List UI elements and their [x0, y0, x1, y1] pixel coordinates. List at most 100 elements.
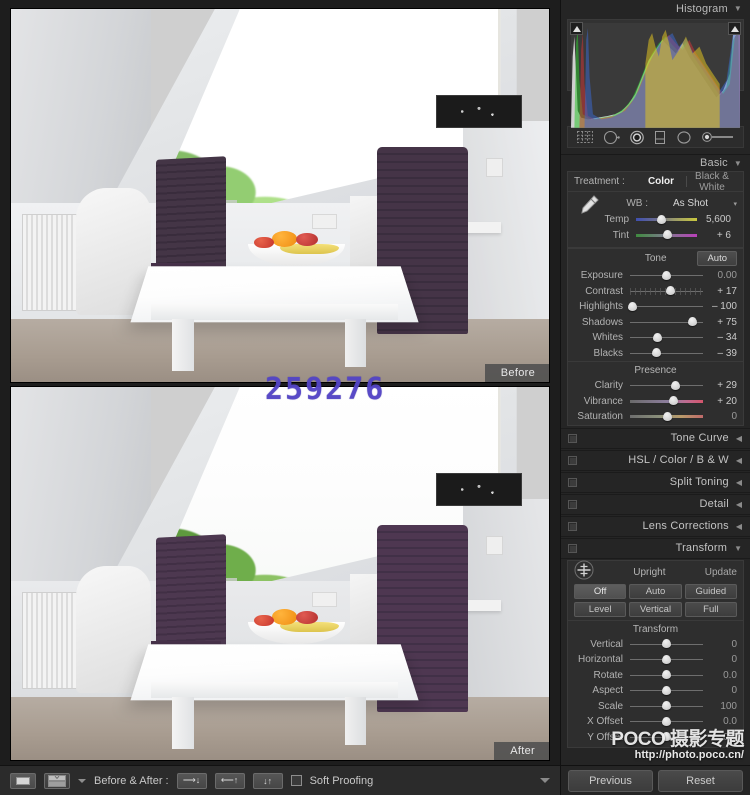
- auto-tone-button[interactable]: Auto: [697, 251, 737, 266]
- slider-contrast[interactable]: Contrast + 17: [568, 284, 743, 300]
- panel-enable-switch[interactable]: [568, 477, 577, 487]
- panel-lens-corrections[interactable]: Lens Corrections ◀: [561, 515, 750, 537]
- slider-knob[interactable]: [652, 332, 662, 342]
- slider-knob[interactable]: [662, 639, 671, 649]
- chevron-left-icon[interactable]: ◀: [736, 434, 742, 443]
- loupe-view-button[interactable]: [10, 772, 36, 789]
- spot-removal-icon[interactable]: [603, 130, 620, 145]
- highlight-clipping-indicator[interactable]: [728, 22, 741, 35]
- slider-knob[interactable]: [671, 380, 681, 390]
- slider-exposure[interactable]: Exposure 0.00: [568, 268, 743, 284]
- histogram-graph[interactable]: [567, 19, 744, 128]
- slider-transform-scale[interactable]: Scale 100: [568, 699, 743, 715]
- slider-track-area[interactable]: [636, 228, 697, 243]
- chevron-left-icon[interactable]: ◀: [736, 522, 742, 531]
- reset-button[interactable]: Reset: [658, 769, 743, 792]
- white-balance-selector-icon[interactable]: [574, 194, 600, 221]
- slider-transform-rotate[interactable]: Rotate 0.0: [568, 668, 743, 684]
- graduated-filter-icon[interactable]: [653, 130, 667, 145]
- slider-knob[interactable]: [628, 301, 638, 311]
- panel-enable-switch[interactable]: [568, 455, 577, 465]
- basic-panel-header[interactable]: Basic ▼: [561, 154, 750, 171]
- view-mode-dropdown-caret[interactable]: [78, 778, 86, 783]
- slider-knob[interactable]: [663, 411, 673, 421]
- slider-knob[interactable]: [669, 396, 679, 406]
- slider-track-area[interactable]: [630, 699, 703, 714]
- slider-knob[interactable]: [662, 270, 671, 280]
- slider-transform-vertical[interactable]: Vertical 0: [568, 637, 743, 653]
- adjustment-brush-icon[interactable]: [701, 130, 735, 144]
- before-photo-pane[interactable]: Before: [10, 8, 550, 383]
- slider-knob[interactable]: [662, 654, 671, 664]
- slider-knob[interactable]: [662, 685, 671, 695]
- slider-knob[interactable]: [663, 230, 673, 240]
- upright-auto-button[interactable]: Auto: [629, 583, 682, 599]
- slider-track-area[interactable]: [630, 268, 703, 283]
- panel-enable-switch[interactable]: [568, 521, 577, 531]
- panel-enable-switch[interactable]: [568, 433, 577, 443]
- slider-knob[interactable]: [662, 670, 671, 680]
- slider-knob[interactable]: [662, 716, 671, 726]
- panel-enable-switch[interactable]: [568, 543, 577, 553]
- slider-track-area[interactable]: [630, 637, 703, 652]
- slider-clarity[interactable]: Clarity + 29: [568, 378, 743, 394]
- upright-guided-button[interactable]: Guided: [684, 583, 737, 599]
- previous-button[interactable]: Previous: [568, 769, 653, 792]
- chevron-down-icon[interactable]: ▼: [734, 4, 742, 13]
- slider-knob[interactable]: [662, 732, 671, 742]
- slider-transform-y-offset[interactable]: Y Offset 0.0: [568, 730, 743, 746]
- panel-transform[interactable]: Transform ▼: [561, 537, 750, 559]
- upright-full-button[interactable]: Full: [684, 601, 737, 617]
- radial-filter-icon[interactable]: [676, 130, 692, 145]
- slider-track-area[interactable]: [630, 668, 703, 683]
- soft-proofing-checkbox[interactable]: [290, 775, 302, 786]
- copy-before-settings-button[interactable]: ⟶↓: [176, 772, 207, 789]
- slider-track-area[interactable]: [630, 330, 703, 345]
- chevron-left-icon[interactable]: ◀: [736, 500, 742, 509]
- slider-transform-x-offset[interactable]: X Offset 0.0: [568, 714, 743, 730]
- slider-track-area[interactable]: [630, 730, 703, 745]
- red-eye-icon[interactable]: [629, 130, 645, 145]
- copy-after-settings-button[interactable]: ⟵↑: [214, 772, 245, 789]
- upright-level-button[interactable]: Level: [574, 601, 627, 617]
- slider-track-area[interactable]: [630, 394, 703, 409]
- slider-track-area[interactable]: [630, 315, 703, 330]
- swap-before-after-button[interactable]: ↓↑: [252, 772, 283, 789]
- toolbar-collapse-caret[interactable]: [540, 778, 550, 783]
- slider-track-area[interactable]: [630, 346, 703, 361]
- panel-detail[interactable]: Detail ◀: [561, 493, 750, 515]
- slider-track-area[interactable]: [630, 714, 703, 729]
- before-after-view-button[interactable]: [44, 772, 70, 789]
- slider-track-area[interactable]: [636, 212, 697, 227]
- slider-shadows[interactable]: Shadows + 75: [568, 315, 743, 331]
- crop-overlay-icon[interactable]: [576, 130, 594, 144]
- slider-knob[interactable]: [687, 317, 697, 327]
- slider-transform-horizontal[interactable]: Horizontal 0: [568, 652, 743, 668]
- upright-update-button[interactable]: Update: [705, 567, 737, 578]
- chevron-down-icon[interactable]: ▾: [725, 200, 737, 208]
- shadow-clipping-indicator[interactable]: [570, 22, 583, 35]
- slider-track-area[interactable]: [630, 378, 703, 393]
- slider-vibrance[interactable]: Vibrance + 20: [568, 394, 743, 410]
- slider-track-area[interactable]: [630, 409, 703, 424]
- slider-highlights[interactable]: Highlights – 100: [568, 299, 743, 315]
- slider-track-area[interactable]: [630, 284, 703, 299]
- slider-track-area[interactable]: [630, 652, 703, 667]
- panel-hsl-color-bw[interactable]: HSL / Color / B & W ◀: [561, 449, 750, 471]
- after-photo-pane[interactable]: After: [10, 386, 550, 761]
- slider-whites[interactable]: Whites – 34: [568, 330, 743, 346]
- upright-vertical-button[interactable]: Vertical: [629, 601, 682, 617]
- slider-knob[interactable]: [651, 348, 661, 358]
- slider-saturation[interactable]: Saturation 0: [568, 409, 743, 425]
- treatment-bw-option[interactable]: Black & White: [687, 171, 737, 193]
- histogram-panel-header[interactable]: Histogram ▼: [561, 0, 750, 17]
- upright-off-button[interactable]: Off: [574, 583, 627, 599]
- chevron-left-icon[interactable]: ◀: [736, 478, 742, 487]
- slider-tint[interactable]: Tint + 6: [574, 228, 737, 244]
- slider-blacks[interactable]: Blacks – 39: [568, 346, 743, 362]
- chevron-down-icon[interactable]: ▼: [734, 544, 742, 553]
- upright-tool-icon[interactable]: [574, 560, 594, 585]
- slider-track-area[interactable]: [628, 299, 703, 314]
- panel-enable-switch[interactable]: [568, 499, 577, 509]
- slider-track-area[interactable]: [630, 683, 703, 698]
